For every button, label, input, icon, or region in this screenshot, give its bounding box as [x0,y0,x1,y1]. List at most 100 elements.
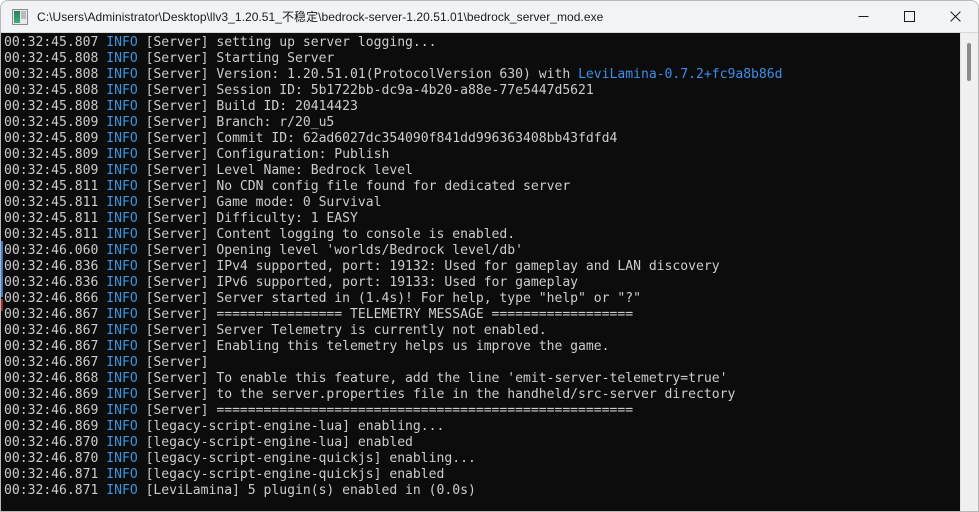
log-message: Session ID: 5b1722bb-dc9a-4b20-a88e-77e5… [216,83,594,99]
console-line: 00:32:46.867 INFO [Server] =============… [4,307,960,323]
log-source-tag: [Server] [145,403,217,419]
log-timestamp: 00:32:45.811 [4,195,107,211]
console-line: 00:32:45.811 INFO [Server] No CDN config… [4,179,960,195]
log-timestamp: 00:32:46.867 [4,323,107,339]
log-source-tag: [Server] [145,83,217,99]
log-source-tag: [Server] [145,67,217,83]
log-source-tag: [Server] [145,371,217,387]
log-timestamp: 00:32:45.809 [4,147,107,163]
log-message: enabling... [389,451,476,467]
window-controls [840,1,978,32]
log-level: INFO [106,323,138,339]
log-message: Difficulty: 1 EASY [216,211,358,227]
log-timestamp: 00:32:45.808 [4,51,107,67]
log-level: INFO [106,371,138,387]
console-line: 00:32:45.808 INFO [Server] Version: 1.20… [4,67,960,83]
log-source-tag: [Server] [145,275,217,291]
log-gap [138,99,146,114]
log-source-tag: [Server] [145,227,217,243]
log-message: Server started in (1.4s)! For help, type… [216,291,641,307]
log-timestamp: 00:32:45.809 [4,131,107,147]
log-gap [138,339,146,354]
scrollbar-thumb[interactable] [967,42,971,81]
edge-marker-red [1,299,3,311]
log-message: Enabling this telemetry helps us improve… [216,339,610,355]
log-source-tag: [Server] [145,163,217,179]
log-source-tag: [Server] [145,115,217,131]
log-timestamp: 00:32:46.867 [4,307,107,323]
log-source-tag: [Server] [145,243,217,259]
close-button[interactable] [932,1,978,32]
log-gap [138,435,146,450]
log-gap [138,211,146,226]
log-level: INFO [106,467,138,483]
log-source-tag: [legacy-script-engine-lua] [145,419,358,435]
log-gap [138,371,146,386]
log-source-tag: [Server] [145,323,217,339]
log-timestamp: 00:32:45.809 [4,163,107,179]
console-line: 00:32:46.869 INFO [legacy-script-engine-… [4,419,960,435]
console-line: 00:32:46.867 INFO [Server] [4,355,960,371]
log-gap [138,419,146,434]
log-timestamp: 00:32:46.870 [4,451,107,467]
log-level: INFO [106,195,138,211]
log-timestamp: 00:32:46.867 [4,355,107,371]
log-message: Opening level 'worlds/Bedrock level/db' [216,243,524,259]
log-gap [138,147,146,162]
log-source-tag: [Server] [145,195,217,211]
log-source-tag: [Server] [145,291,217,307]
log-gap [138,227,146,242]
log-timestamp: 00:32:45.811 [4,227,107,243]
log-gap [138,467,146,482]
log-level: INFO [106,179,138,195]
log-level: INFO [106,227,138,243]
log-gap [138,387,146,402]
log-level: INFO [106,115,138,131]
log-gap [138,83,146,98]
log-level: INFO [106,147,138,163]
log-timestamp: 00:32:45.811 [4,211,107,227]
log-message-accent: LeviLamina-0.7.2+fc9a8b86d [578,67,783,83]
log-gap [138,355,146,370]
console-log: 00:32:45.807 INFO [Server] setting up se… [3,33,960,511]
log-level: INFO [106,99,138,115]
log-message: IPv6 supported, port: 19133: Used for ga… [216,275,579,291]
log-level: INFO [106,291,138,307]
log-timestamp: 00:32:46.836 [4,259,107,275]
log-gap [138,259,146,274]
log-timestamp: 00:32:46.871 [4,483,107,499]
log-source-tag: [legacy-script-engine-quickjs] [145,467,390,483]
log-timestamp: 00:32:45.811 [4,179,107,195]
console-line: 00:32:45.811 INFO [Server] Content loggi… [4,227,960,243]
title-bar[interactable]: C:\Users\Administrator\Desktop\llv3_1.20… [1,1,978,33]
console-output-area[interactable]: 00:32:45.807 INFO [Server] setting up se… [1,33,978,511]
log-message: enabling... [357,419,445,435]
log-source-tag: [Server] [145,355,217,371]
log-gap [138,131,146,146]
log-timestamp: 00:32:46.867 [4,339,107,355]
window-title: C:\Users\Administrator\Desktop\llv3_1.20… [37,10,604,24]
log-gap [138,179,146,194]
console-line: 00:32:46.870 INFO [legacy-script-engine-… [4,451,960,467]
log-gap [138,451,146,466]
log-message: No CDN config file found for dedicated s… [216,179,571,195]
log-gap [138,483,146,498]
log-source-tag: [Server] [145,179,217,195]
log-timestamp: 00:32:46.836 [4,275,107,291]
log-level: INFO [106,387,138,403]
log-message: Starting Server [216,51,335,67]
log-level: INFO [106,435,138,451]
log-gap [138,51,146,66]
maximize-button[interactable] [886,1,932,32]
console-line: 00:32:45.808 INFO [Server] Build ID: 204… [4,99,960,115]
log-timestamp: 00:32:45.808 [4,83,107,99]
log-gap [138,195,146,210]
console-line: 00:32:46.871 INFO [LeviLamina] 5 plugin(… [4,483,960,499]
log-message: Content logging to console is enabled. [216,227,516,243]
log-gap [138,67,146,82]
minimize-button[interactable] [840,1,886,32]
console-line: 00:32:46.836 INFO [Server] IPv6 supporte… [4,275,960,291]
log-message: Server Telemetry is currently not enable… [216,323,547,339]
console-line: 00:32:46.871 INFO [legacy-script-engine-… [4,467,960,483]
console-scrollbar[interactable] [960,33,978,511]
